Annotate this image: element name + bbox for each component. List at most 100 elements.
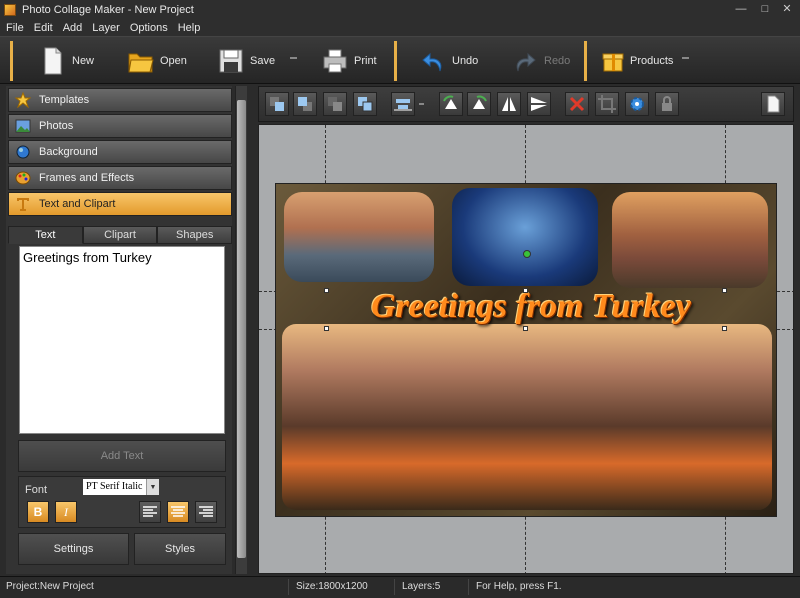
menu-help[interactable]: Help <box>178 22 201 34</box>
status-size: Size:1800x1200 <box>296 581 368 592</box>
close-button[interactable]: ✕ <box>776 2 798 17</box>
properties-button[interactable] <box>625 92 649 116</box>
flip-horizontal-icon <box>502 97 516 111</box>
align-right-button[interactable] <box>195 501 217 523</box>
flip-vertical-icon <box>531 97 547 111</box>
resize-handle[interactable] <box>324 288 329 293</box>
page-button[interactable] <box>761 92 785 116</box>
status-layers: Layers:5 <box>402 581 441 592</box>
align-dropdown-icon[interactable] <box>419 103 424 105</box>
text-input[interactable]: Greetings from Turkey <box>19 246 225 434</box>
products-button[interactable]: Products <box>602 43 673 79</box>
section-text-clipart[interactable]: Text and Clipart <box>8 192 232 216</box>
resize-handle[interactable] <box>324 326 329 331</box>
delete-button[interactable] <box>565 92 589 116</box>
menu-layer[interactable]: Layer <box>92 22 120 34</box>
send-to-back-button[interactable] <box>323 92 347 116</box>
menu-bar: File Edit Add Layer Options Help <box>0 20 800 36</box>
tab-shapes[interactable]: Shapes <box>157 226 233 244</box>
left-panel: Templates Photos Background Frames and E… <box>6 86 233 574</box>
flip-horizontal-button[interactable] <box>497 92 521 116</box>
photo-istanbul-coast[interactable] <box>284 192 434 282</box>
styles-button[interactable]: Styles <box>134 533 226 565</box>
font-label: Font <box>25 484 48 496</box>
photo-blue-mosque[interactable] <box>452 188 598 286</box>
photo-city-sunset[interactable] <box>612 192 768 288</box>
resize-handle[interactable] <box>722 326 727 331</box>
delete-x-icon <box>569 96 585 112</box>
italic-glyph: I <box>64 505 68 519</box>
status-help: For Help, press F1. <box>476 581 562 592</box>
save-button[interactable]: Save <box>218 43 275 79</box>
bring-forward-icon <box>298 97 312 111</box>
edit-toolbar <box>258 86 794 122</box>
toolbar-separator <box>10 41 13 81</box>
send-backward-icon <box>270 97 284 111</box>
section-frames-effects[interactable]: Frames and Effects <box>8 166 232 190</box>
menu-add[interactable]: Add <box>63 22 83 34</box>
rotate-handle[interactable] <box>523 250 531 258</box>
resize-handle[interactable] <box>722 288 727 293</box>
text-tabs: Text Clipart Shapes <box>8 226 233 244</box>
save-disk-icon <box>218 47 244 75</box>
rotate-left-button[interactable] <box>439 92 463 116</box>
align-button[interactable] <box>391 92 415 116</box>
menu-options[interactable]: Options <box>130 22 168 34</box>
tab-clipart[interactable]: Clipart <box>82 226 158 244</box>
align-left-button[interactable] <box>139 501 161 523</box>
bring-to-front-button[interactable] <box>353 92 377 116</box>
undo-icon <box>420 47 446 75</box>
collage-canvas[interactable]: Greetings from Turkey <box>258 124 794 574</box>
bring-forward-button[interactable] <box>293 92 317 116</box>
settings-button[interactable]: Settings <box>18 533 129 565</box>
align-center-icon <box>171 506 185 517</box>
lock-button[interactable] <box>655 92 679 116</box>
gift-box-icon <box>602 47 624 75</box>
toolbar-separator <box>584 41 587 81</box>
italic-button[interactable]: I <box>55 501 77 523</box>
page-icon <box>767 95 780 113</box>
section-label: Frames and Effects <box>39 172 135 184</box>
minimize-button[interactable]: — <box>730 2 752 17</box>
section-background[interactable]: Background <box>8 140 232 164</box>
star-icon <box>15 92 31 108</box>
save-dropdown-icon[interactable] <box>290 57 297 59</box>
status-bar: Project:New Project Size:1800x1200 Layer… <box>0 576 800 598</box>
section-templates[interactable]: Templates <box>8 88 232 112</box>
undo-button[interactable]: Undo <box>420 43 478 79</box>
align-center-button[interactable] <box>167 501 189 523</box>
collage-headline[interactable]: Greetings from Turkey <box>296 288 766 326</box>
new-document-icon <box>40 47 66 75</box>
left-panel-scrollbar[interactable] <box>235 86 247 574</box>
maximize-button[interactable]: □ <box>754 2 776 17</box>
print-label: Print <box>354 55 377 67</box>
paint-bucket-icon <box>16 145 30 159</box>
resize-handle[interactable] <box>523 288 528 293</box>
rotate-left-icon <box>443 95 457 109</box>
open-button[interactable]: Open <box>128 43 187 79</box>
section-photos[interactable]: Photos <box>8 114 232 138</box>
font-select-value: PT Serif Italic <box>86 481 143 492</box>
products-dropdown-icon[interactable] <box>682 57 689 59</box>
send-backward-button[interactable] <box>265 92 289 116</box>
font-select[interactable]: PT Serif Italic ▼ <box>83 479 159 495</box>
collage-page[interactable]: Greetings from Turkey <box>275 183 777 517</box>
menu-file[interactable]: File <box>6 22 24 34</box>
new-button[interactable]: New <box>40 43 94 79</box>
flip-vertical-button[interactable] <box>527 92 551 116</box>
menu-edit[interactable]: Edit <box>34 22 53 34</box>
rotate-right-button[interactable] <box>467 92 491 116</box>
font-settings: Font PT Serif Italic ▼ B I <box>18 476 226 528</box>
resize-handle[interactable] <box>523 326 528 331</box>
send-to-back-icon <box>328 97 342 111</box>
redo-button[interactable]: Redo <box>512 43 570 79</box>
print-button[interactable]: Print <box>322 43 377 79</box>
section-label: Text and Clipart <box>39 198 116 210</box>
photo-night-bazaar[interactable] <box>282 324 772 510</box>
bold-button[interactable]: B <box>27 501 49 523</box>
tab-text[interactable]: Text <box>8 226 83 244</box>
section-label: Background <box>39 146 98 158</box>
scrollbar-thumb[interactable] <box>237 100 246 558</box>
add-text-button[interactable]: Add Text <box>18 440 226 472</box>
crop-button[interactable] <box>595 92 619 116</box>
